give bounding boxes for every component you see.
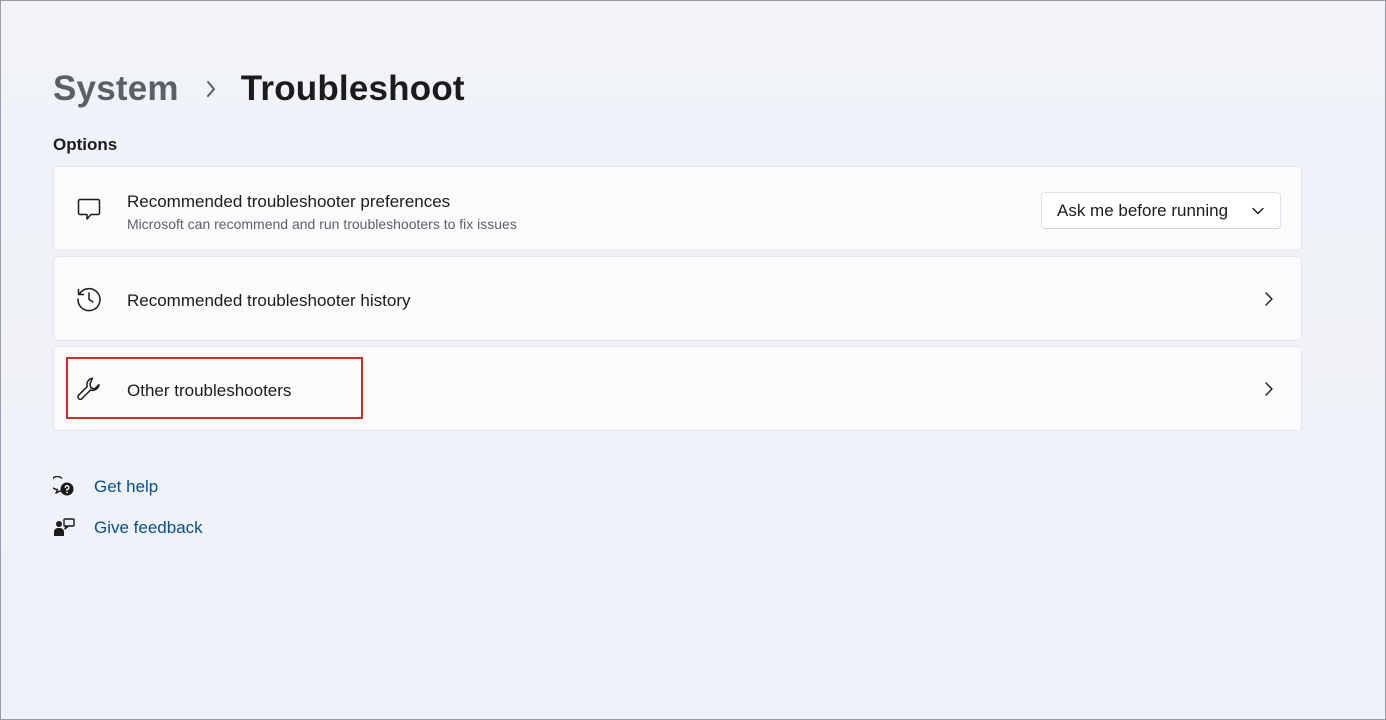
- options-heading: Options: [53, 135, 118, 154]
- settings-window: System Troubleshoot Options Recommended …: [0, 0, 1386, 720]
- feedback-icon: [53, 517, 75, 539]
- chevron-right-icon: [1259, 287, 1279, 311]
- other-troubleshooters-card[interactable]: Other troubleshooters: [53, 346, 1302, 431]
- give-feedback-link[interactable]: Give feedback: [53, 515, 203, 541]
- page-title: Troubleshoot: [240, 69, 465, 108]
- breadcrumb-chevron-icon: [191, 67, 231, 111]
- get-help-link[interactable]: Get help: [53, 474, 158, 500]
- chat-bubble-icon: [74, 194, 104, 224]
- preferences-dropdown[interactable]: Ask me before running: [1041, 192, 1281, 229]
- give-feedback-label[interactable]: Give feedback: [94, 518, 203, 538]
- preferences-subtitle: Microsoft can recommend and run troubles…: [127, 216, 517, 232]
- history-title: Recommended troubleshooter history: [127, 291, 411, 310]
- chevron-right-icon: [1259, 377, 1279, 401]
- troubleshooter-history-card[interactable]: Recommended troubleshooter history: [53, 256, 1302, 341]
- other-troubleshooters-title: Other troubleshooters: [127, 381, 292, 400]
- wrench-icon: [74, 374, 104, 404]
- breadcrumb: System Troubleshoot: [53, 67, 465, 111]
- dropdown-selected-value: Ask me before running: [1057, 200, 1229, 220]
- breadcrumb-system[interactable]: System: [53, 69, 179, 109]
- help-chat-icon: [53, 476, 75, 498]
- get-help-label[interactable]: Get help: [94, 477, 158, 497]
- chevron-down-icon: [1250, 203, 1266, 219]
- troubleshooter-preferences-card: Recommended troubleshooter preferences M…: [53, 166, 1302, 251]
- preferences-title: Recommended troubleshooter preferences: [127, 192, 451, 211]
- history-icon: [74, 284, 104, 314]
